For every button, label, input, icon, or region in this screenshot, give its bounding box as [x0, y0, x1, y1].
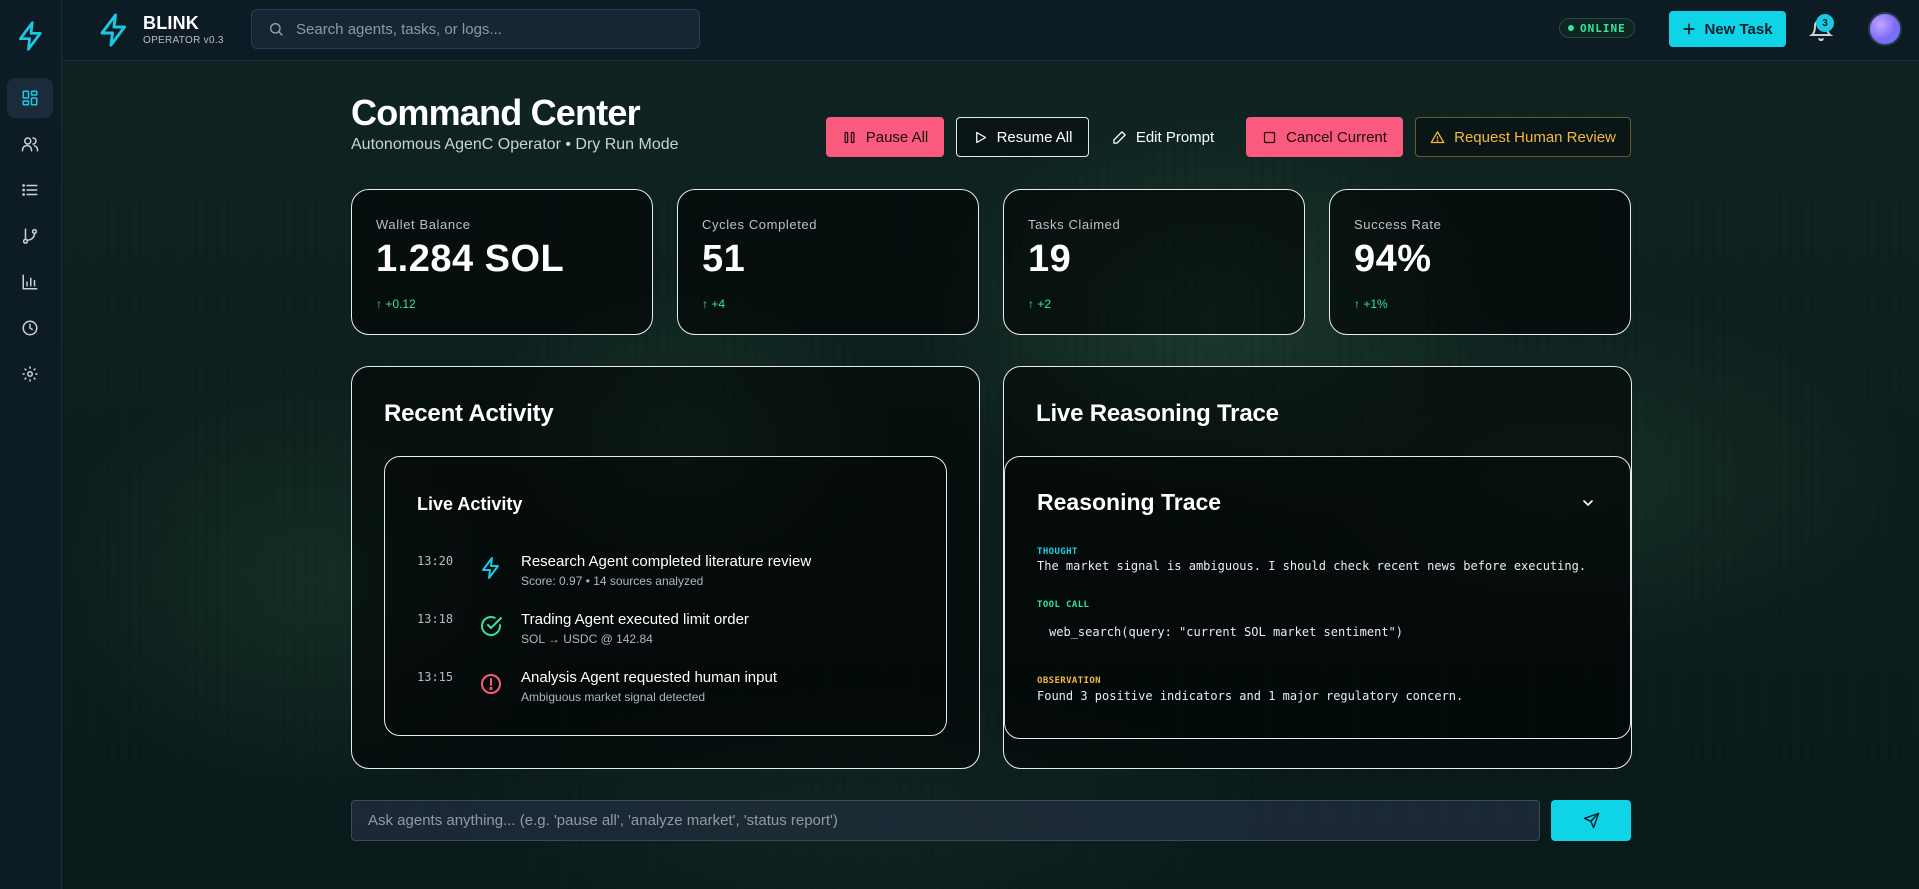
activity-time: 13:18: [417, 612, 454, 626]
stat-value: 51: [702, 238, 746, 280]
live-activity-title: Live Activity: [417, 494, 523, 514]
brand-name: BLINK: [143, 13, 199, 33]
stat-card-success-rate: Success Rate 94% ↑ +1%: [1329, 189, 1631, 335]
pause-icon: [844, 131, 855, 143]
stat-label: Cycles Completed: [702, 217, 818, 232]
observation-text: Found 3 positive indicators and 1 major …: [1037, 689, 1464, 703]
thought-text: The market signal is ambiguous. I should…: [1037, 559, 1587, 573]
notification-count-badge: 3: [1816, 14, 1834, 32]
activity-title: Analysis Agent requested human input: [521, 669, 778, 686]
reasoning-panel-title: Live Reasoning Trace: [1036, 400, 1279, 427]
stat-label: Wallet Balance: [376, 217, 471, 232]
check-circle-icon: [481, 616, 502, 636]
activity-time: 13:15: [417, 670, 454, 684]
send-button[interactable]: [1551, 800, 1631, 841]
new-task-label: New Task: [1704, 20, 1773, 38]
tool-call-label: TOOL CALL: [1037, 600, 1090, 610]
settings-icon: [22, 366, 38, 382]
recent-activity-title: Recent Activity: [384, 400, 554, 427]
chevron-down-icon[interactable]: [1580, 495, 1596, 511]
list-item[interactable]: 13:15 Analysis Agent requested human inp…: [417, 668, 917, 712]
edit-prompt-label: Edit Prompt: [1135, 128, 1215, 146]
ask-agents-input[interactable]: [368, 812, 1539, 829]
warning-triangle-icon: [1430, 130, 1445, 143]
bolt-brand-icon: [100, 13, 126, 47]
recent-activity-panel: Recent Activity Live Activity 13:20 Rese…: [351, 366, 980, 769]
status-text: ONLINE: [1580, 21, 1626, 35]
stat-value: 19: [1028, 238, 1072, 280]
thought-label: THOUGHT: [1037, 547, 1078, 557]
sidebar-item-analytics[interactable]: [7, 262, 53, 302]
request-review-label: Request Human Review: [1454, 128, 1616, 146]
sidebar-item-dashboard[interactable]: [7, 78, 53, 118]
resume-all-button[interactable]: Resume All: [956, 117, 1089, 157]
sidebar-item-settings[interactable]: [7, 354, 53, 394]
bolt-logo-icon: [19, 21, 42, 51]
avatar[interactable]: [1868, 12, 1902, 46]
new-task-button[interactable]: New Task: [1669, 11, 1786, 47]
clock-icon: [22, 320, 38, 336]
play-icon: [975, 131, 986, 143]
plus-icon: [1683, 23, 1695, 35]
git-branch-icon: [22, 228, 38, 244]
list-item[interactable]: 13:18 Trading Agent executed limit order…: [417, 610, 917, 654]
page-title: Command Center: [351, 92, 641, 133]
stat-delta: ↑ +0.12: [376, 297, 416, 311]
top-bar: BLINK OPERATOR v0.3 ONLINE New Task 3: [62, 0, 1919, 61]
request-human-review-button[interactable]: Request Human Review: [1415, 117, 1631, 157]
live-reasoning-trace-panel: Live Reasoning Trace Reasoning Trace THO…: [1003, 366, 1632, 769]
live-activity-card: Live Activity 13:20 Research Agent compl…: [384, 456, 947, 736]
stat-value: 1.284 SOL: [376, 238, 565, 280]
status-badge: ONLINE: [1559, 18, 1635, 38]
cancel-current-label: Cancel Current: [1286, 128, 1387, 146]
list-item[interactable]: 13:20 Research Agent completed literatur…: [417, 552, 917, 596]
stop-square-icon: [1263, 131, 1276, 143]
main-content: Command Center Autonomous AgenC Operator…: [0, 0, 1919, 889]
search-box[interactable]: [251, 9, 700, 49]
activity-title: Trading Agent executed limit order: [521, 611, 749, 628]
send-icon: [1583, 812, 1599, 829]
list-icon: [22, 184, 38, 196]
sidebar-item-tasks[interactable]: [7, 170, 53, 210]
resume-all-label: Resume All: [996, 128, 1073, 146]
sidebar-item-workflows[interactable]: [7, 216, 53, 256]
cancel-current-button[interactable]: Cancel Current: [1246, 117, 1403, 157]
alert-circle-icon: [481, 674, 501, 694]
sidebar-item-agents[interactable]: [7, 124, 53, 164]
reasoning-trace-card: Reasoning Trace THOUGHT The market signa…: [1004, 456, 1631, 739]
reasoning-trace-title: Reasoning Trace: [1037, 489, 1222, 515]
bar-chart-icon: [22, 274, 38, 290]
activity-detail: Ambiguous market signal detected: [521, 690, 706, 704]
stat-card-cycles-completed: Cycles Completed 51 ↑ +4: [677, 189, 979, 335]
search-input[interactable]: [296, 20, 699, 38]
users-icon: [21, 137, 39, 152]
edit-prompt-button[interactable]: Edit Prompt: [1101, 117, 1225, 157]
observation-label: OBSERVATION: [1037, 676, 1102, 686]
ask-agents-box[interactable]: [351, 800, 1540, 841]
page-subtitle: Autonomous AgenC Operator • Dry Run Mode: [351, 136, 679, 153]
stat-card-wallet-balance: Wallet Balance 1.284 SOL ↑ +0.12: [351, 189, 653, 335]
sidebar: [0, 0, 62, 889]
brand-version: OPERATOR v0.3: [143, 35, 224, 46]
activity-time: 13:20: [417, 554, 454, 568]
activity-title: Research Agent completed literature revi…: [521, 553, 812, 570]
pause-all-label: Pause All: [865, 128, 929, 146]
status-dot: [1568, 25, 1574, 31]
tool-call-code: web_search(query: "current SOL market se…: [1049, 625, 1404, 639]
stat-value: 94%: [1354, 238, 1432, 280]
pause-all-button[interactable]: Pause All: [826, 117, 944, 157]
activity-detail: SOL → USDC @ 142.84: [521, 632, 653, 646]
stat-label: Success Rate: [1354, 217, 1442, 232]
stat-card-tasks-claimed: Tasks Claimed 19 ↑ +2: [1003, 189, 1305, 335]
pencil-icon: [1113, 130, 1126, 144]
stat-delta: ↑ +4: [702, 297, 726, 311]
stat-delta: ↑ +2: [1028, 297, 1052, 311]
stat-label: Tasks Claimed: [1028, 217, 1121, 232]
activity-detail: Score: 0.97 • 14 sources analyzed: [521, 574, 704, 588]
bolt-icon: [482, 557, 499, 579]
dashboard-icon: [22, 90, 38, 106]
sidebar-item-history[interactable]: [7, 308, 53, 348]
search-icon: [270, 23, 283, 36]
stat-delta: ↑ +1%: [1354, 297, 1388, 311]
